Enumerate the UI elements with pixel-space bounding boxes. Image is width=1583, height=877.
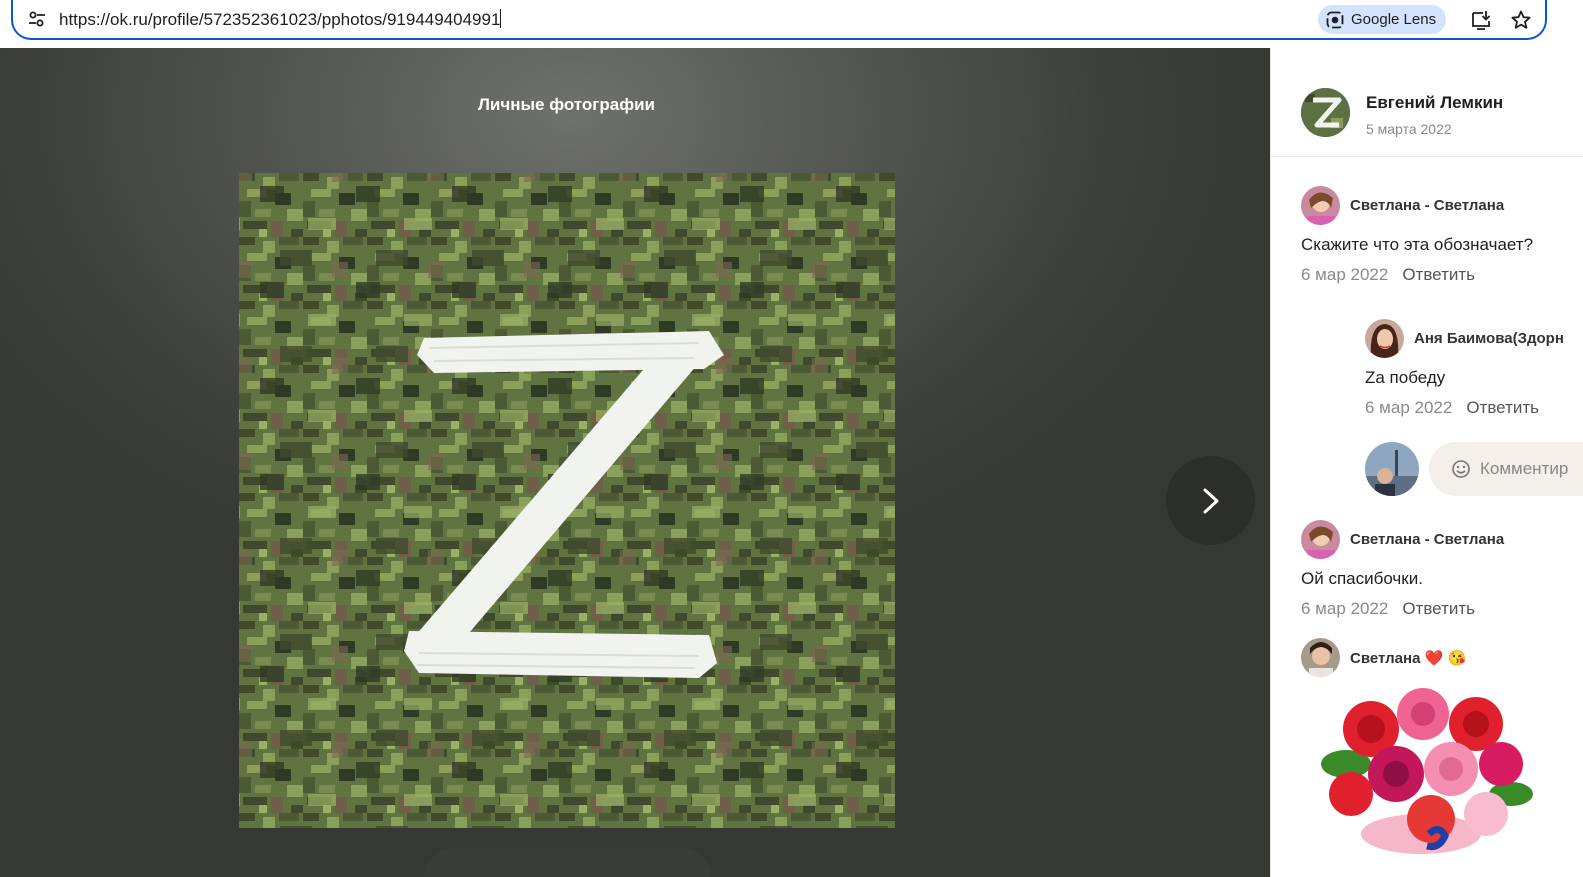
comment-text: Скажите что эта обозначает? bbox=[1301, 235, 1534, 254]
url-input[interactable]: https://ok.ru/profile/572352361023/pphot… bbox=[59, 9, 502, 30]
comment-item: Светлана - Светлана Ой спасибочки. 6 мар… bbox=[1301, 520, 1581, 620]
author-avatar[interactable] bbox=[1301, 88, 1350, 137]
comment-text: Zа победу bbox=[1365, 368, 1446, 387]
address-bar[interactable]: https://ok.ru/profile/572352361023/pphot… bbox=[11, 0, 1547, 40]
comment-avatar[interactable] bbox=[1301, 520, 1340, 559]
comment-author[interactable]: Светлана - Светлана bbox=[1350, 197, 1504, 214]
author-name[interactable]: Евгений Лемкин bbox=[1366, 93, 1503, 113]
comment-meta: 6 мар 2022 Ответить bbox=[1301, 265, 1475, 285]
emoji-icon[interactable] bbox=[1451, 459, 1471, 479]
comment-author-text: Светлана bbox=[1350, 650, 1421, 667]
comment-reply-item: Аня Баимова(Здорн Zа победу 6 мар 2022 От… bbox=[1365, 319, 1583, 419]
comment-item: Светлана ❤️ 😘 bbox=[1301, 638, 1581, 683]
post-author: Евгений Лемкин 5 марта 2022 bbox=[1271, 48, 1583, 157]
lens-icon bbox=[1326, 11, 1344, 28]
main-photo[interactable] bbox=[239, 173, 895, 828]
comment-avatar[interactable] bbox=[1365, 319, 1404, 358]
comment-avatar[interactable] bbox=[1301, 638, 1340, 677]
album-title: Личные фотографии bbox=[477, 95, 655, 114]
comment-date: 6 мар 2022 bbox=[1301, 599, 1389, 618]
lens-label: Google Lens bbox=[1351, 11, 1437, 28]
comment-author[interactable]: Светлана - Светлана bbox=[1350, 531, 1504, 548]
comment-date: 6 мар 2022 bbox=[1301, 265, 1389, 284]
comment-avatar[interactable] bbox=[1301, 186, 1340, 225]
post-date: 5 марта 2022 bbox=[1366, 121, 1452, 137]
photo-viewer: Личные фотографии bbox=[0, 48, 1270, 877]
comment-meta: 6 мар 2022 Ответить bbox=[1301, 599, 1475, 619]
browser-toolbar: https://ok.ru/profile/572352361023/pphot… bbox=[0, 0, 1583, 46]
comment-meta: 6 мар 2022 Ответить bbox=[1365, 398, 1539, 418]
heart-kiss-emoji-icon: ❤️ 😘 bbox=[1424, 650, 1467, 667]
reply-link[interactable]: Ответить bbox=[1402, 599, 1475, 618]
comment-author[interactable]: Аня Баимова(Здорн bbox=[1414, 330, 1564, 347]
comment-input[interactable]: Комментир bbox=[1429, 442, 1583, 496]
comment-date: 6 мар 2022 bbox=[1365, 398, 1453, 417]
current-user-avatar bbox=[1365, 442, 1419, 496]
comment-placeholder: Комментир bbox=[1480, 459, 1569, 478]
install-app-icon[interactable] bbox=[1469, 8, 1493, 32]
next-photo-button[interactable] bbox=[1166, 456, 1255, 545]
comments-panel: Евгений Лемкин 5 марта 2022 Светлана - С… bbox=[1270, 48, 1583, 877]
comment-text: Ой спасибочки. bbox=[1301, 569, 1423, 588]
comment-author[interactable]: Светлана ❤️ 😘 bbox=[1350, 649, 1466, 667]
comment-item: Светлана - Светлана Скажите что эта обоз… bbox=[1301, 186, 1581, 286]
rose-bouquet-sticker bbox=[1311, 684, 1536, 859]
chevron-right-icon bbox=[1203, 488, 1218, 513]
google-lens-button[interactable]: Google Lens bbox=[1318, 5, 1447, 34]
reply-link[interactable]: Ответить bbox=[1466, 398, 1539, 417]
photo-actions-bar[interactable] bbox=[424, 848, 711, 877]
text-caret bbox=[500, 9, 502, 28]
url-text: https://ok.ru/profile/572352361023/pphot… bbox=[59, 10, 501, 29]
reply-link[interactable]: Ответить bbox=[1402, 265, 1475, 284]
bookmark-star-icon[interactable] bbox=[1509, 8, 1533, 32]
site-settings-icon[interactable] bbox=[27, 9, 47, 29]
